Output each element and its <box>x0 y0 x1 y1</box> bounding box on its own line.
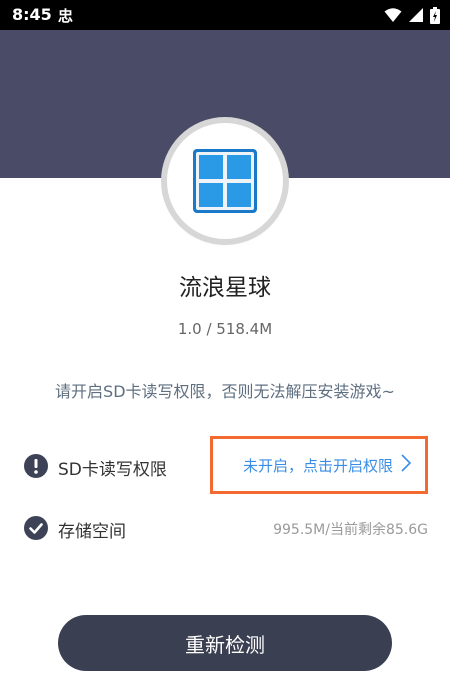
app-version-size: 1.0 / 518.4M <box>177 320 273 338</box>
storage-row: 存储空间 995.5M/当前剩余85.6G <box>24 512 428 546</box>
exclamation-circle-icon <box>24 454 48 478</box>
battery-icon <box>430 6 440 24</box>
enable-permission-link[interactable]: 未开启，点击开启权限 <box>210 436 428 494</box>
sd-permission-row: SD卡读写权限 未开启，点击开启权限 <box>24 436 428 494</box>
app-logo <box>167 123 283 239</box>
storage-value: 995.5M/当前剩余85.6G <box>273 522 428 538</box>
permission-notice: 请开启SD卡读写权限，否则无法解压安装游戏~ <box>55 382 395 401</box>
wifi-icon <box>384 8 402 22</box>
enable-permission-text: 未开启，点击开启权限 <box>242 456 393 475</box>
storage-title: 存储空间 <box>58 522 126 542</box>
app-name: 流浪星球 <box>179 275 271 301</box>
sd-permission-title: SD卡读写权限 <box>58 460 167 480</box>
status-bar: 8:45 忠 <box>0 0 450 30</box>
check-circle-icon <box>24 516 48 540</box>
status-indicators <box>384 6 440 24</box>
signal-icon <box>409 8 423 22</box>
notification-icon: 忠 <box>58 7 74 25</box>
window-grid-icon <box>193 149 257 213</box>
status-time: 8:45 <box>12 5 52 24</box>
chevron-right-icon <box>401 454 412 476</box>
recheck-button[interactable]: 重新检测 <box>58 615 392 671</box>
